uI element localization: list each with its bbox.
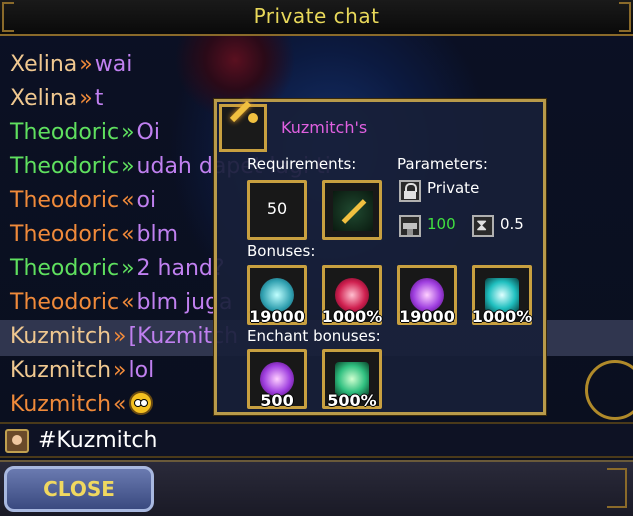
- enchant-slot: 500%: [322, 349, 382, 410]
- message-text: t: [94, 86, 104, 111]
- sender-name[interactable]: Xelina: [10, 86, 77, 111]
- footer-corner: [607, 468, 627, 508]
- sender-name[interactable]: Kuzmitch: [10, 358, 111, 383]
- hourglass-icon: [472, 215, 494, 237]
- message-text: 2 hand?: [136, 256, 225, 281]
- direction-arrow: »: [113, 358, 127, 383]
- level-requirement-slot: 50: [247, 180, 307, 240]
- window-title: Private chat: [253, 4, 380, 28]
- surprised-emoji-icon: [128, 391, 153, 415]
- bonus-value: 19000: [399, 307, 455, 326]
- direction-arrow: »: [121, 120, 135, 145]
- item-tooltip: Kuzmitch's Requirements: Parameters: 50 …: [213, 98, 547, 416]
- param-weight: 0.5: [500, 215, 524, 233]
- bonus-slot: 19000: [397, 265, 457, 326]
- enchant-value: 500: [260, 391, 294, 410]
- direction-arrow: »: [121, 154, 135, 179]
- direction-arrow: «: [121, 290, 135, 315]
- player-avatar-icon[interactable]: [5, 429, 29, 453]
- sender-name[interactable]: Theodoric: [10, 256, 119, 281]
- bonus-slot: 1000%: [471, 265, 533, 326]
- direction-arrow: »: [113, 324, 127, 349]
- staff-icon: [219, 104, 267, 152]
- bonus-value: 1000%: [471, 307, 533, 326]
- chat-input[interactable]: [38, 426, 598, 456]
- bonuses-label: Bonuses:: [247, 242, 316, 260]
- direction-arrow: »: [79, 52, 93, 77]
- param-private: Private: [427, 179, 480, 197]
- sender-name[interactable]: Xelina: [10, 52, 77, 77]
- item-name: Kuzmitch's: [281, 118, 368, 137]
- title-corner-right: [619, 2, 631, 32]
- parameters-label: Parameters:: [397, 155, 488, 173]
- direction-arrow: «: [121, 188, 135, 213]
- mage-staff-icon: [333, 191, 373, 231]
- message-text: oi: [136, 188, 157, 213]
- message-text: Oi: [136, 120, 160, 145]
- item-header: Kuzmitch's: [217, 102, 543, 158]
- close-button[interactable]: CLOSE: [4, 466, 154, 512]
- sender-name[interactable]: Theodoric: [10, 154, 119, 179]
- class-requirement-slot: [322, 180, 382, 240]
- sender-name[interactable]: Kuzmitch: [10, 324, 111, 349]
- lock-icon: [399, 180, 421, 202]
- footer-bar: CLOSE: [0, 460, 633, 516]
- bonus-slot: 19000: [247, 265, 307, 326]
- direction-arrow: «: [113, 392, 127, 417]
- bonus-value: 1000%: [321, 307, 383, 326]
- sender-name[interactable]: Theodoric: [10, 290, 119, 315]
- title-bar: Private chat: [0, 0, 633, 36]
- sender-name[interactable]: Theodoric: [10, 120, 119, 145]
- message-text: wai: [94, 52, 133, 77]
- enchant-bonuses-label: Enchant bonuses:: [247, 327, 381, 345]
- message-text: blm: [136, 222, 179, 247]
- direction-arrow: »: [79, 86, 93, 111]
- param-durability: 100: [427, 215, 456, 233]
- chat-message[interactable]: Xelina»wai: [10, 48, 610, 82]
- level-requirement-value: 50: [266, 199, 288, 218]
- enchant-slot: 500: [247, 349, 307, 410]
- direction-arrow: »: [121, 256, 135, 281]
- bonus-value: 19000: [249, 307, 305, 326]
- enchant-value: 500%: [327, 391, 377, 410]
- message-text: lol: [128, 358, 155, 383]
- bonus-slot: 1000%: [321, 265, 383, 326]
- sender-name[interactable]: Theodoric: [10, 222, 119, 247]
- chat-input-bar: [0, 422, 633, 458]
- sender-name[interactable]: Kuzmitch: [10, 392, 111, 417]
- requirements-label: Requirements:: [247, 155, 357, 173]
- direction-arrow: «: [121, 222, 135, 247]
- anvil-icon: [399, 215, 421, 237]
- sender-name[interactable]: Theodoric: [10, 188, 119, 213]
